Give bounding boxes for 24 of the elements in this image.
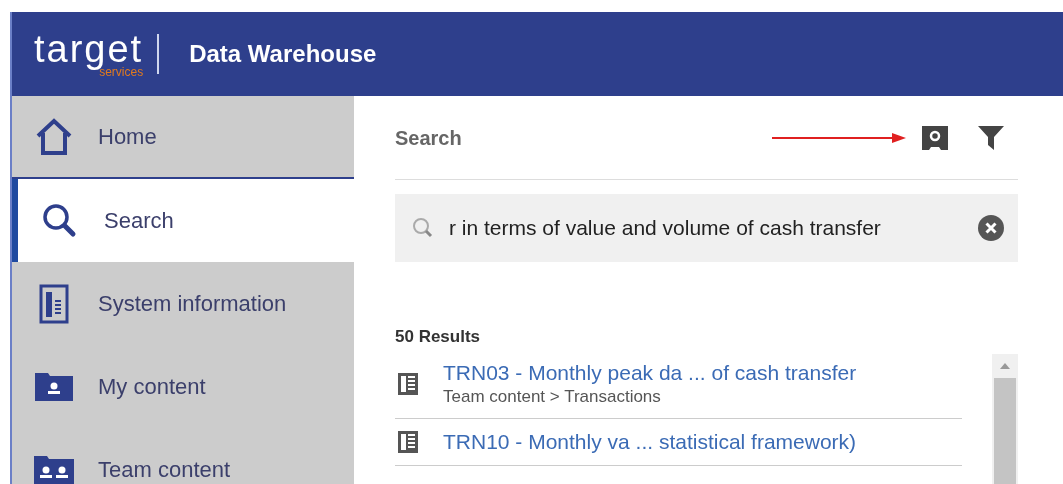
home-icon [34,116,74,157]
sidebar-item[interactable]: System information [12,262,354,345]
logo: target services [34,34,160,74]
sidebar-item[interactable]: Team content [12,428,354,484]
result-title[interactable]: TRN03 - Monthly peak da ... of cash transfer [443,359,857,386]
panel-title: Search [395,125,462,151]
user-folder-icon [34,370,74,403]
result-path: Team content > Transactions [443,385,662,408]
sidebar-item[interactable]: My content [12,345,354,428]
result-item[interactable]: TRN03 - Monthly peak da ... of cash transfer Team content > Transactions [395,349,962,419]
scrollbar[interactable] [992,354,1018,484]
search-field[interactable]: r in terms of value and volume of cash transfer [395,194,1018,262]
results-count: 50 Results [395,326,482,348]
team-folder-icon [33,453,75,484]
report-icon [397,429,419,454]
search-icon [411,216,435,240]
sidebar-item[interactable]: Search [12,179,354,262]
scrollbar-thumb[interactable] [994,378,1016,484]
result-item[interactable]: TRN10 - Monthly va ... statistical framework) [395,418,962,466]
clear-icon[interactable] [978,215,1004,241]
report-icon [38,283,70,324]
result-title[interactable]: TRN10 - Monthly va ... statistical framework) [443,428,857,455]
app-title: Data Warehouse [189,39,377,69]
report-icon [397,371,419,396]
